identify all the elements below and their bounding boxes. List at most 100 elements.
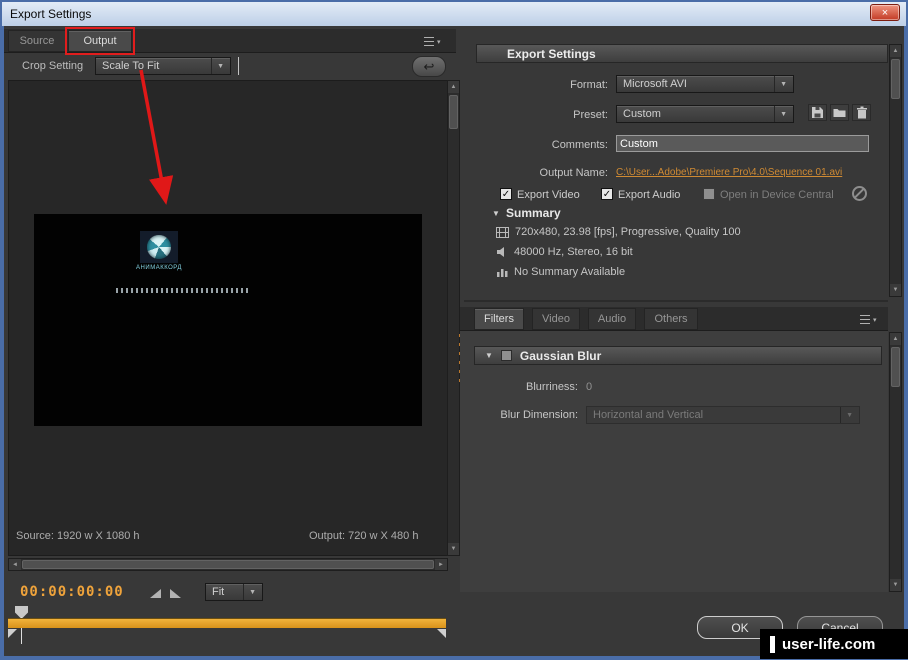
chevron-down-icon: ▾: [437, 38, 441, 46]
video-thumbnail: АНИМАККОРД: [127, 231, 191, 271]
tab-video-label: Video: [542, 313, 570, 325]
scrollbar-thumb[interactable]: [891, 59, 900, 99]
dropdown-arrow-icon: ▼: [774, 106, 787, 122]
output-name-link[interactable]: C:\User...Adobe\Premiere Pro\4.0\Sequenc…: [616, 167, 842, 178]
crop-setting-dropdown[interactable]: Scale To Fit ▼: [95, 57, 231, 75]
window-title: Export Settings: [10, 7, 92, 21]
chevron-down-icon: ▾: [873, 316, 877, 324]
check-icon: ✓: [501, 189, 511, 200]
watermark-bar: [770, 635, 775, 653]
export-settings-header-label: Export Settings: [507, 46, 596, 61]
output-dimensions: Output: 720 w X 480 h: [309, 530, 419, 542]
gaussian-blur-checkbox[interactable]: [500, 350, 512, 361]
save-preset-button[interactable]: [808, 104, 827, 121]
save-icon: [812, 107, 823, 118]
crop-setting-label: Crop Setting: [22, 60, 84, 72]
check-icon: ✓: [602, 189, 612, 200]
blur-dimension-label: Blur Dimension:: [500, 409, 578, 421]
tab-filters-label: Filters: [484, 313, 514, 325]
close-button[interactable]: ×: [870, 4, 900, 21]
filmstrip-dots: [116, 288, 250, 293]
scroll-down-icon[interactable]: ▼: [448, 543, 459, 555]
preset-dropdown[interactable]: Custom ▼: [616, 105, 794, 123]
panel-menu-icon[interactable]: ▾: [860, 313, 882, 326]
thumbnail-caption: АНИМАККОРД: [136, 265, 182, 271]
tab-filters[interactable]: Filters: [474, 308, 524, 330]
zoom-fit-value: Fit: [212, 586, 225, 598]
timeline-work-area-bar[interactable]: [8, 618, 446, 628]
scrollbar-thumb[interactable]: [891, 347, 900, 387]
menu-lines-icon: [424, 37, 434, 46]
tab-source[interactable]: Source: [8, 30, 66, 52]
delete-preset-button[interactable]: [852, 104, 871, 121]
video-settings-icon: [496, 226, 509, 238]
dropdown-arrow-icon: ▼: [840, 407, 853, 423]
crop-setting-value: Scale To Fit: [102, 60, 160, 72]
export-video-label: Export Video: [517, 189, 580, 201]
scroll-down-icon[interactable]: ▼: [890, 579, 901, 591]
tab-video[interactable]: Video: [532, 308, 580, 330]
bar-chart-icon: [497, 269, 508, 277]
gaussian-blur-header: ▼ Gaussian Blur: [474, 346, 882, 365]
format-label: Format:: [570, 79, 608, 91]
format-dropdown[interactable]: Microsoft AVI ▼: [616, 75, 794, 93]
scrollbar-thumb[interactable]: [449, 95, 458, 129]
export-audio-label: Export Audio: [618, 189, 681, 201]
filters-vertical-scrollbar[interactable]: ▲ ▼: [889, 332, 902, 592]
settings-vertical-scrollbar[interactable]: ▲ ▼: [889, 44, 902, 297]
open-device-central-label: Open in Device Central: [720, 189, 834, 201]
export-audio-checkbox[interactable]: ✓: [601, 188, 613, 200]
gaussian-blur-label: Gaussian Blur: [519, 348, 602, 363]
open-device-central-checkbox[interactable]: [703, 188, 715, 200]
tab-audio-label: Audio: [597, 313, 627, 325]
summary-video-text: 720x480, 23.98 [fps], Progressive, Quali…: [515, 226, 741, 238]
summary-audio-row: 48000 Hz, Stereo, 16 bit: [496, 246, 633, 258]
menu-lines-icon: [860, 315, 870, 324]
output-preview-area: АНИМАККОРД Source: 1920 w X 1080 h Outpu…: [8, 80, 448, 556]
panel-menu-icon[interactable]: ▾: [424, 35, 446, 48]
watermark-text: user-life.com: [782, 635, 876, 653]
watermark: user-life.com: [760, 629, 908, 659]
panel-divider: [464, 300, 888, 302]
tab-others[interactable]: Others: [644, 308, 698, 330]
zoom-fit-dropdown[interactable]: Fit ▼: [205, 583, 263, 601]
scroll-down-icon[interactable]: ▼: [890, 284, 901, 296]
device-central-disabled-icon: [852, 186, 867, 201]
scroll-up-icon[interactable]: ▲: [890, 333, 901, 345]
tab-source-label: Source: [19, 35, 55, 47]
work-area-right-handle[interactable]: [437, 629, 446, 638]
dropdown-arrow-icon: ▼: [211, 58, 224, 74]
preview-vertical-scrollbar[interactable]: ▲ ▼: [447, 80, 460, 556]
preview-horizontal-scrollbar[interactable]: ◄ ►: [8, 558, 448, 571]
scroll-left-icon[interactable]: ◄: [9, 559, 21, 570]
export-settings-window: Export Settings × Source Output ▾ Crop S…: [0, 0, 908, 660]
dropdown-arrow-icon: ▼: [774, 76, 787, 92]
tab-audio[interactable]: Audio: [588, 308, 636, 330]
blur-dimension-dropdown[interactable]: Horizontal and Vertical ▼: [586, 406, 860, 424]
folder-icon: [833, 109, 846, 117]
summary-disclosure-icon[interactable]: ▼: [492, 209, 500, 218]
scroll-up-icon[interactable]: ▲: [448, 81, 459, 93]
format-value: Microsoft AVI: [623, 78, 687, 90]
close-icon: ×: [881, 6, 889, 19]
summary-video-row: 720x480, 23.98 [fps], Progressive, Quali…: [496, 226, 741, 238]
summary-label: Summary: [506, 206, 561, 220]
scrollbar-thumb[interactable]: [22, 560, 434, 569]
trash-icon: [856, 106, 867, 119]
comments-label: Comments:: [551, 139, 608, 151]
logo-box: [140, 231, 178, 263]
set-in-point-icon[interactable]: [150, 589, 161, 598]
preset-label: Preset:: [573, 109, 608, 121]
scroll-up-icon[interactable]: ▲: [890, 45, 901, 57]
timecode-display[interactable]: 00:00:00:00: [20, 584, 124, 600]
blurriness-value[interactable]: 0: [586, 381, 592, 393]
gaussian-blur-disclosure-icon[interactable]: ▼: [485, 351, 493, 360]
set-out-point-icon[interactable]: [170, 589, 181, 598]
comments-input[interactable]: [616, 135, 869, 152]
scroll-right-icon[interactable]: ►: [435, 559, 447, 570]
reset-crop-button[interactable]: ↩: [412, 56, 446, 77]
import-preset-button[interactable]: [830, 104, 849, 121]
titlebar[interactable]: Export Settings: [2, 2, 906, 26]
work-area-left-handle[interactable]: [8, 629, 17, 638]
export-video-checkbox[interactable]: ✓: [500, 188, 512, 200]
